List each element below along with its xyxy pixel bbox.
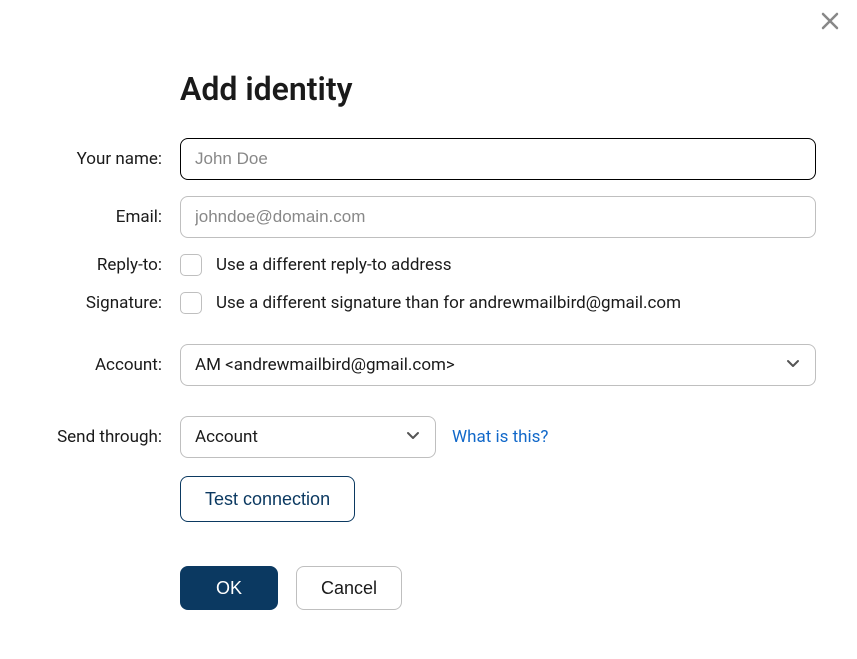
send-through-label: Send through: <box>40 427 180 447</box>
account-select-value: AM <andrewmailbird@gmail.com> <box>195 355 455 375</box>
signature-checkbox-label: Use a different signature than for andre… <box>216 293 681 313</box>
close-icon[interactable] <box>821 12 839 35</box>
test-connection-button[interactable]: Test connection <box>180 476 355 522</box>
signature-checkbox[interactable] <box>180 292 202 314</box>
reply-to-checkbox-label: Use a different reply-to address <box>216 255 452 275</box>
email-label: Email: <box>40 207 180 227</box>
account-select[interactable]: AM <andrewmailbird@gmail.com> <box>180 344 816 386</box>
email-input[interactable] <box>180 196 816 238</box>
ok-button[interactable]: OK <box>180 566 278 610</box>
what-is-this-link[interactable]: What is this? <box>452 427 548 447</box>
send-through-select[interactable]: Account <box>180 416 436 458</box>
signature-label: Signature: <box>40 293 180 313</box>
your-name-label: Your name: <box>40 149 180 169</box>
send-through-select-value: Account <box>195 427 258 447</box>
dialog-title: Add identity <box>180 70 817 108</box>
cancel-button[interactable]: Cancel <box>296 566 402 610</box>
reply-to-label: Reply-to: <box>40 255 180 275</box>
reply-to-checkbox[interactable] <box>180 254 202 276</box>
add-identity-dialog: Add identity Your name: Email: Reply-to:… <box>0 0 857 640</box>
account-label: Account: <box>40 355 180 375</box>
your-name-input[interactable] <box>180 138 816 180</box>
